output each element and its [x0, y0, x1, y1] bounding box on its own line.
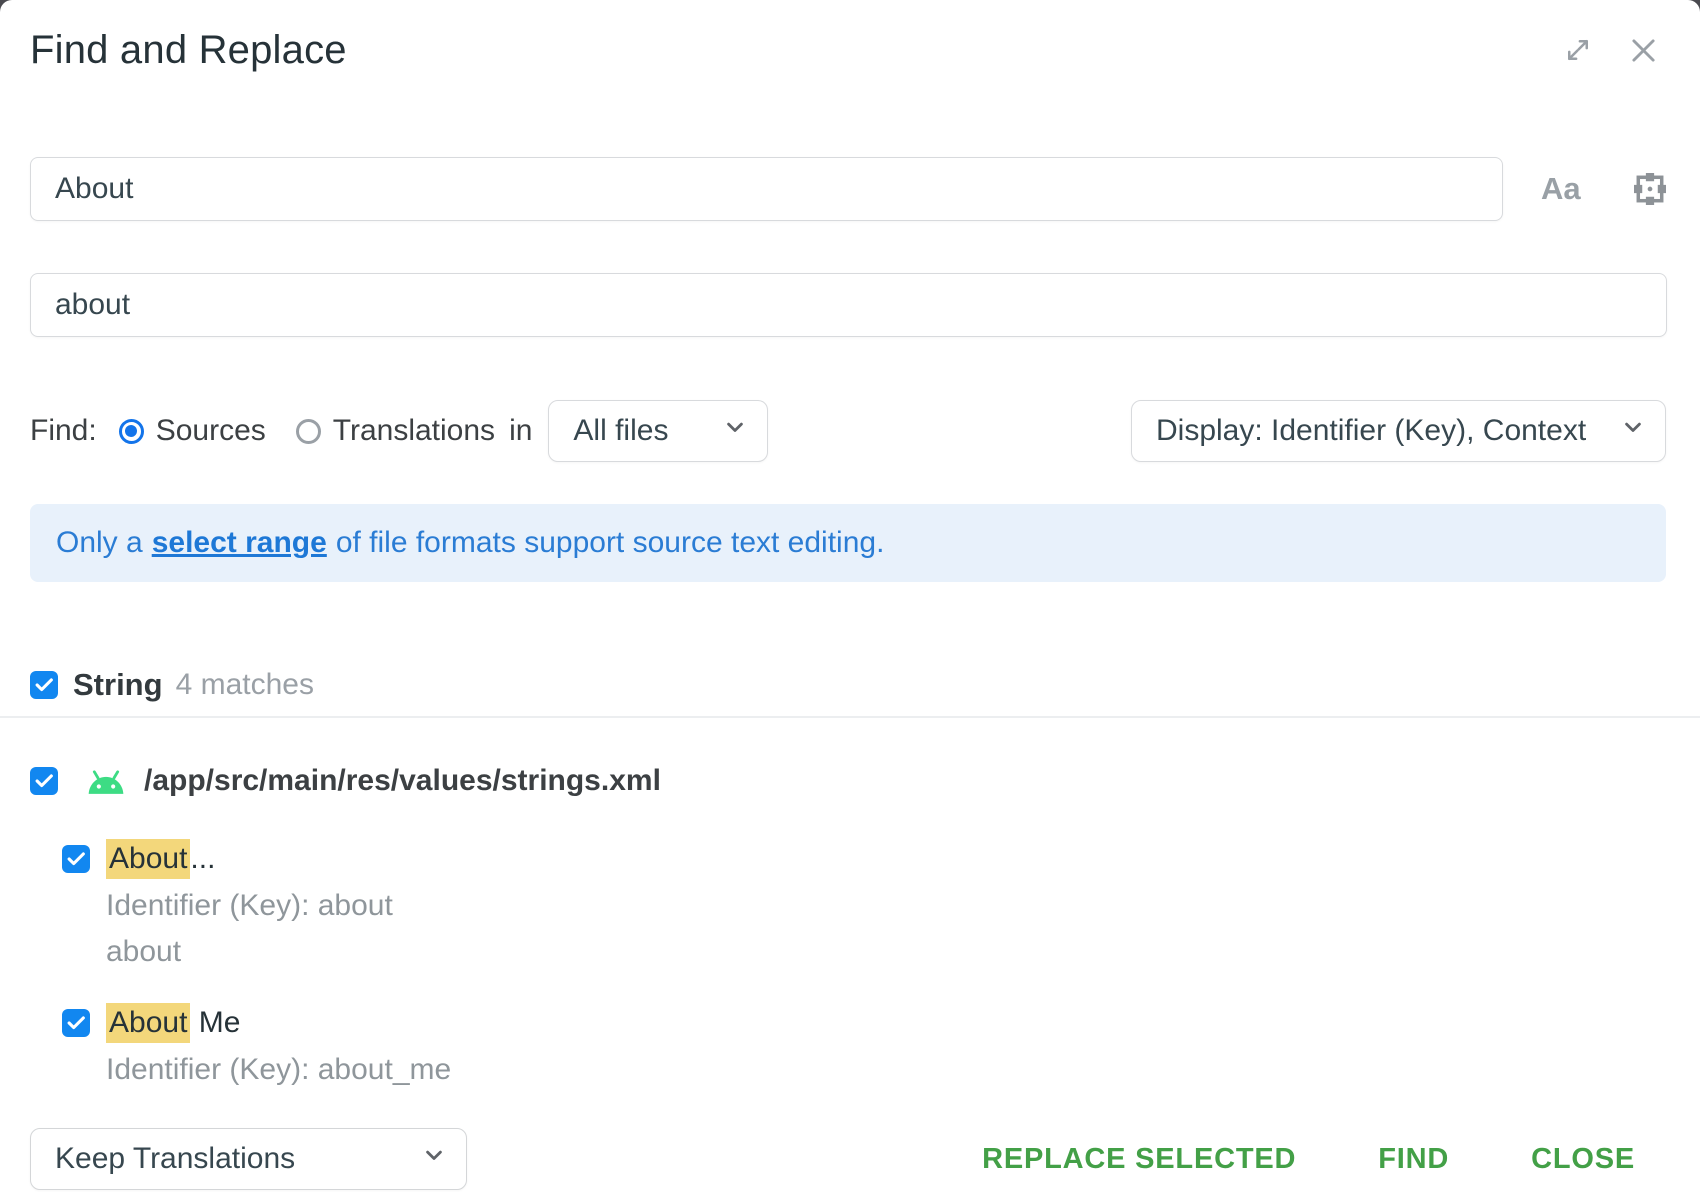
expand-icon[interactable] [1563, 35, 1593, 65]
dialog-title: Find and Replace [30, 28, 347, 73]
chevron-down-icon [1619, 413, 1647, 449]
in-label: in [509, 414, 532, 448]
sources-radio[interactable] [119, 419, 144, 444]
sources-radio-label[interactable]: Sources [156, 414, 266, 448]
highlighted-match: About [106, 1003, 190, 1043]
replace-input[interactable] [30, 273, 1667, 337]
options-row: Find: Sources Translations in All files … [30, 400, 1666, 462]
match-row: About Me Identifier (Key): about_me [62, 1004, 1700, 1088]
match-case-icon[interactable]: Aa [1541, 171, 1581, 207]
match-row: About... Identifier (Key): about about [62, 840, 1700, 970]
display-select[interactable]: Display: Identifier (Key), Context [1131, 400, 1666, 462]
string-group-checkbox[interactable] [30, 671, 58, 699]
files-filter-select[interactable]: All files [548, 400, 768, 462]
file-path: /app/src/main/res/values/strings.xml [144, 764, 661, 798]
match-source-text: About... [106, 840, 215, 878]
string-match-count: 4 matches [176, 668, 314, 702]
close-button[interactable]: CLOSE [1531, 1143, 1635, 1176]
replace-selected-button[interactable]: REPLACE SELECTED [982, 1143, 1296, 1176]
dialog-footer: Keep Translations REPLACE SELECTED FIND … [30, 1128, 1635, 1190]
dialog-header: Find and Replace [0, 0, 1700, 74]
highlighted-match: About [106, 839, 190, 879]
string-group-label: String [73, 667, 163, 703]
replace-row [30, 273, 1667, 337]
match-checkbox[interactable] [62, 1009, 90, 1037]
select-range-link[interactable]: select range [152, 526, 327, 560]
translations-mode-value: Keep Translations [55, 1142, 295, 1176]
match-identifier: Identifier (Key): about [106, 888, 1700, 924]
string-group-row: String 4 matches [30, 669, 1700, 701]
file-checkbox[interactable] [30, 767, 58, 795]
translations-radio-label[interactable]: Translations [333, 414, 495, 448]
chevron-down-icon [420, 1141, 448, 1177]
search-input[interactable] [30, 157, 1503, 221]
android-icon [86, 768, 126, 795]
notice-banner: Only a select range of file formats supp… [30, 504, 1666, 582]
chevron-down-icon [721, 413, 749, 449]
header-icons [1563, 34, 1660, 67]
notice-text-after: of file formats support source text edit… [336, 526, 885, 560]
match-context: about [106, 934, 1700, 970]
match-source-text: About Me [106, 1004, 240, 1042]
match-rest: Me [190, 1006, 240, 1039]
selection-frame-icon[interactable] [1631, 170, 1669, 208]
translations-radio[interactable] [296, 419, 321, 444]
close-icon[interactable] [1627, 34, 1660, 67]
find-label: Find: [30, 414, 97, 448]
footer-buttons: REPLACE SELECTED FIND CLOSE [982, 1143, 1635, 1176]
match-identifier: Identifier (Key): about_me [106, 1052, 1700, 1088]
files-filter-value: All files [573, 414, 668, 448]
file-row: /app/src/main/res/values/strings.xml [30, 762, 1700, 800]
search-row: Aa [30, 157, 1700, 221]
notice-text-before: Only a [56, 526, 143, 560]
match-checkbox[interactable] [62, 845, 90, 873]
translations-mode-select[interactable]: Keep Translations [30, 1128, 467, 1190]
divider [0, 716, 1700, 718]
match-rest: ... [190, 842, 215, 875]
find-button[interactable]: FIND [1378, 1143, 1449, 1176]
display-select-value: Display: Identifier (Key), Context [1156, 414, 1586, 448]
find-and-replace-dialog: Find and Replace Aa [0, 0, 1700, 1192]
